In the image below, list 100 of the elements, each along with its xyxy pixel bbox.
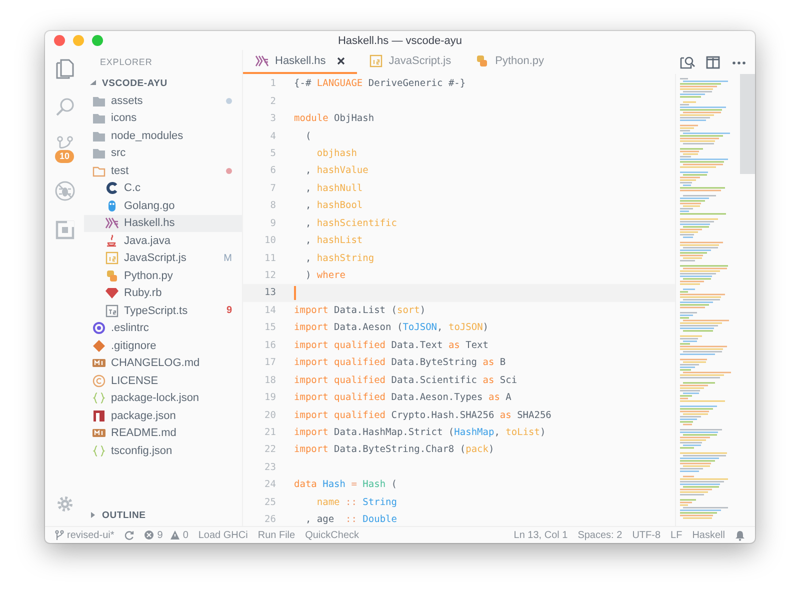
python-icon <box>475 54 490 68</box>
line-number: 25 <box>264 496 277 508</box>
extensions-icon[interactable] <box>54 219 76 241</box>
line-number: 5 <box>269 148 277 159</box>
c-file-icon <box>105 181 119 196</box>
split-editor-icon[interactable] <box>705 54 721 70</box>
code-line: import qualified Data.ByteString as B <box>294 357 506 368</box>
file-item[interactable]: package.json <box>84 407 242 424</box>
close-icon[interactable] <box>336 57 345 65</box>
code-line: {-# LANGUAGE DeriveGeneric #-} <box>294 78 466 90</box>
code-line: , hashNull <box>304 182 363 194</box>
code-line: , age :: Double <box>304 514 397 526</box>
line-number: 7 <box>269 182 277 194</box>
sync-icon[interactable] <box>124 530 134 540</box>
scrollbar-thumb[interactable] <box>740 74 755 174</box>
code-line: import Data.List (sort) <box>294 304 426 316</box>
editor-tab[interactable]: Haskell.hs <box>243 50 357 74</box>
bell-icon[interactable] <box>735 530 745 540</box>
text-cursor <box>294 286 296 300</box>
file-item[interactable]: Python.py <box>84 267 242 284</box>
folder-name[interactable]: VSCODE-AYU <box>102 78 168 88</box>
file-item[interactable]: README.md <box>84 424 242 442</box>
problem-count: 9 <box>226 305 232 316</box>
file-item[interactable]: icons <box>84 110 242 127</box>
maximize-button[interactable] <box>92 35 103 46</box>
status-item[interactable]: Load GHCi <box>198 530 248 540</box>
branch-icon <box>55 530 64 540</box>
code-line: ( <box>304 130 312 142</box>
line-number: 14 <box>264 304 277 316</box>
python-icon <box>105 268 119 283</box>
count-badge: 10 <box>55 150 74 163</box>
line-number: 10 <box>264 235 277 246</box>
preview-icon[interactable] <box>679 54 695 70</box>
file-item[interactable]: C.c <box>84 180 242 197</box>
status-item[interactable]: Haskell <box>692 530 725 540</box>
status-item[interactable]: LF <box>670 530 682 540</box>
file-item[interactable]: test <box>84 162 242 180</box>
code-line: import Data.HashMap.Strict (HashMap, toList) <box>294 426 546 438</box>
settings-icon[interactable] <box>56 495 74 513</box>
js-file-icon <box>368 54 383 68</box>
code-line: import qualified Data.Aeson.Types as A <box>294 392 512 404</box>
close-button[interactable] <box>54 35 65 46</box>
status-item[interactable]: Ln 13, Col 1 <box>514 530 568 540</box>
status-item[interactable]: UTF-8 <box>632 530 661 540</box>
haskell-icon <box>255 54 269 68</box>
code-line: ) where <box>304 270 346 282</box>
file-item[interactable]: Ruby.rb <box>84 284 242 302</box>
line-number: 20 <box>264 410 277 421</box>
no-bug-icon[interactable] <box>54 180 76 202</box>
code-line: name :: String <box>316 496 397 508</box>
file-item[interactable]: .eslintrc <box>84 320 242 337</box>
code-line: import Data.Aeson (ToJSON, toJSON) <box>294 322 489 334</box>
line-number: 6 <box>269 165 277 176</box>
line-number: 24 <box>264 479 277 490</box>
line-number: 12 <box>264 270 277 282</box>
code-line: , hashScientific <box>304 218 397 229</box>
file-item[interactable]: .gitignore <box>84 337 242 354</box>
status-item[interactable]: QuickCheck <box>305 530 359 540</box>
sidebar-title: EXPLORER <box>99 56 152 69</box>
npm-icon <box>92 408 106 423</box>
file-item[interactable]: Haskell.hs <box>84 214 242 232</box>
caret-down-icon[interactable] <box>89 79 97 87</box>
line-number: 18 <box>264 374 277 386</box>
line-number: 21 <box>264 426 277 438</box>
file-item[interactable]: JavaScript.js M <box>84 250 242 267</box>
editor-tab[interactable]: Python.py <box>463 50 556 74</box>
code-line: objhash <box>316 148 357 159</box>
file-item[interactable]: TypeScript.ts 9 <box>84 302 242 320</box>
file-item[interactable]: package-lock.json <box>84 390 242 407</box>
braces-icon <box>92 444 106 458</box>
line-number: 13 <box>264 287 277 298</box>
status-item[interactable]: Spaces: 2 <box>578 530 622 540</box>
section-title[interactable]: OUTLINE <box>102 510 146 520</box>
search-icon[interactable] <box>54 96 76 118</box>
line-number: 3 <box>269 113 277 124</box>
file-item[interactable]: Java.java <box>84 232 242 250</box>
error-icon <box>144 530 154 540</box>
file-item[interactable]: Golang.go <box>84 197 242 214</box>
status-item[interactable]: Run File <box>258 530 296 540</box>
caret-right-icon[interactable] <box>89 511 97 519</box>
file-item[interactable]: tsconfig.json <box>84 442 242 460</box>
line-number: 8 <box>269 200 277 212</box>
file-item[interactable]: node_modules <box>84 127 242 144</box>
file-item[interactable]: CHANGELOG.md <box>84 354 242 372</box>
haskell-icon <box>105 216 119 230</box>
problems-button[interactable]: 9 0 <box>144 530 188 540</box>
code-line: , hashString <box>304 252 374 264</box>
branch-button[interactable]: revised-ui* <box>55 530 114 540</box>
file-item[interactable]: assets <box>84 92 242 110</box>
git-status-label: M <box>224 252 232 264</box>
minimize-button[interactable] <box>73 35 84 46</box>
file-item[interactable]: LICENSE <box>84 372 242 390</box>
ts-file-icon <box>105 304 119 318</box>
editor-tab[interactable]: JavaScript.js <box>356 50 464 74</box>
file-item[interactable]: src <box>84 144 242 162</box>
js-file-icon <box>105 251 119 266</box>
window-title: Haskell.hs — vscode-ayu <box>336 34 464 46</box>
code-line: , hashList <box>304 235 363 246</box>
files-icon[interactable] <box>54 57 76 79</box>
code-line: import Data.ByteString.Char8 (pack) <box>294 444 494 456</box>
